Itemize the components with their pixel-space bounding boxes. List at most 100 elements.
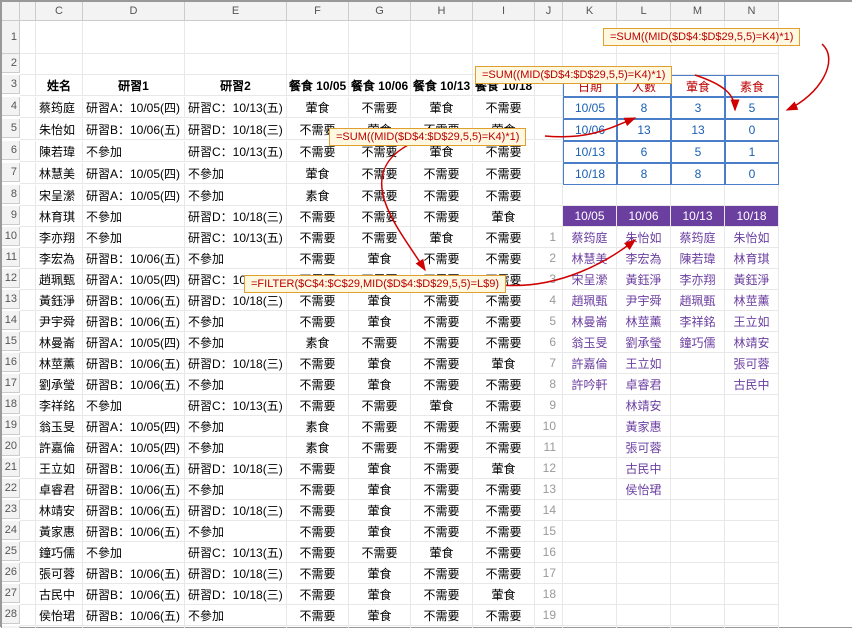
name-cell[interactable]: 林育琪 [36,206,83,227]
study1-cell[interactable]: 研習A：10/05(四) [83,163,185,184]
study1-cell[interactable]: 研習B：10/06(五) [83,119,185,140]
study2-cell[interactable]: 不參加 [185,163,287,184]
meal-cell[interactable]: 不需要 [411,185,473,206]
meal-cell[interactable]: 不需要 [411,500,473,521]
cell[interactable] [563,626,617,628]
row-header[interactable]: 6 [2,141,20,160]
study2-cell[interactable]: 研習C：10/13(五) [185,97,287,118]
meal-cell[interactable]: 葷食 [287,97,349,118]
meal-cell[interactable]: 葷食 [349,374,411,395]
cell[interactable] [725,500,779,521]
name-grid-idx[interactable]: 16 [535,542,563,563]
meal-cell[interactable]: 不需要 [287,374,349,395]
col-header[interactable]: E [185,2,287,21]
hdr-name[interactable]: 姓名 [36,75,83,96]
blank[interactable] [20,563,36,584]
blank[interactable] [20,269,36,290]
name-grid-idx[interactable]: 5 [535,311,563,332]
meal-cell[interactable]: 不需要 [473,395,535,416]
meal-cell[interactable]: 不需要 [287,311,349,332]
study2-cell[interactable]: 研習D：10/18(三) [185,500,287,521]
meal-cell[interactable]: 不需要 [473,479,535,500]
meal-cell[interactable]: 素食 [287,437,349,458]
meal-cell[interactable]: 不需要 [473,563,535,584]
name-grid-cell[interactable]: 林慧美 [563,248,617,269]
blank[interactable] [20,163,36,184]
name-grid-cell[interactable]: 陳若瑋 [671,248,725,269]
meal-cell[interactable]: 不需要 [349,437,411,458]
meal-cell[interactable]: 素食 [287,626,349,628]
blank[interactable] [20,416,36,437]
col-header[interactable]: D [83,2,185,21]
meal-cell[interactable]: 不需要 [473,521,535,542]
name-cell[interactable]: 鐘巧儒 [36,542,83,563]
meal-cell[interactable]: 不需要 [411,248,473,269]
study2-cell[interactable]: 不參加 [185,479,287,500]
meal-cell[interactable]: 不需要 [287,248,349,269]
meal-cell[interactable]: 葷食 [349,584,411,605]
name-grid-cell[interactable]: 宋呈瀠 [563,269,617,290]
name-grid-cell[interactable]: 李祥銘 [671,311,725,332]
name-cell[interactable]: 卓睿君 [36,479,83,500]
cell[interactable] [671,54,725,75]
meal-cell[interactable]: 不需要 [349,542,411,563]
cell[interactable] [563,185,617,206]
meal-cell[interactable]: 葷食 [349,479,411,500]
cell[interactable] [671,563,725,584]
blank[interactable] [20,332,36,353]
row-header[interactable]: 28 [2,605,20,624]
study1-cell[interactable]: 研習B：10/06(五) [83,458,185,479]
study2-cell[interactable]: 不參加 [185,626,287,628]
meal-cell[interactable]: 不需要 [287,605,349,626]
tbl2-veg[interactable]: 0 [725,163,779,185]
meal-cell[interactable]: 葷食 [473,353,535,374]
row-header[interactable]: 25 [2,542,20,561]
name-grid-cell[interactable]: 李宏為 [617,248,671,269]
row-header[interactable]: 4 [2,97,20,116]
spacer[interactable] [535,141,563,162]
meal-cell[interactable]: 葷食 [411,395,473,416]
meal-cell[interactable]: 不需要 [473,626,535,628]
name-cell[interactable]: 劉承瑩 [36,374,83,395]
row-header[interactable]: 2 [2,54,20,73]
meal-cell[interactable]: 葷食 [473,206,535,227]
name-grid-cell[interactable]: 黃鈺淨 [725,269,779,290]
blank[interactable] [20,542,36,563]
meal-cell[interactable]: 葷食 [411,227,473,248]
study1-cell[interactable]: 研習A：10/05(四) [83,185,185,206]
col-header[interactable]: F [287,2,349,21]
name-cell[interactable]: 李宏為 [36,248,83,269]
meal-cell[interactable]: 不需要 [411,416,473,437]
study2-cell[interactable]: 研習D：10/18(三) [185,563,287,584]
study1-cell[interactable]: 研習B：10/06(五) [83,521,185,542]
meal-cell[interactable]: 不需要 [349,395,411,416]
blank[interactable] [20,479,36,500]
cell[interactable] [349,54,411,75]
name-grid-cell[interactable]: 李亦翔 [671,269,725,290]
cell[interactable] [617,563,671,584]
study1-cell[interactable]: 不參加 [83,542,185,563]
study2-cell[interactable]: 研習D：10/18(三) [185,353,287,374]
meal-cell[interactable]: 不需要 [473,374,535,395]
name-grid-idx[interactable]: 11 [535,437,563,458]
cell[interactable] [671,185,725,206]
name-grid-date[interactable]: 10/18 [725,206,779,227]
study1-cell[interactable]: 研習B：10/06(五) [83,479,185,500]
study1-cell[interactable]: 不參加 [83,141,185,162]
study1-cell[interactable]: 研習A：10/05(四) [83,97,185,118]
study2-cell[interactable]: 研習D：10/18(三) [185,584,287,605]
hdr-s2[interactable]: 研習2 [185,75,287,96]
col-header[interactable]: L [617,2,671,21]
row-header[interactable]: 11 [2,248,20,267]
cell[interactable] [671,500,725,521]
blank[interactable] [20,584,36,605]
name-cell[interactable]: 許嘉倫 [36,437,83,458]
meal-cell[interactable]: 不需要 [473,290,535,311]
row-header[interactable]: 8 [2,185,20,204]
cell[interactable] [473,21,535,54]
study1-cell[interactable]: 研習B：10/06(五) [83,500,185,521]
name-grid-cell[interactable] [725,395,779,416]
name-grid-cell[interactable]: 蔡筠庭 [671,227,725,248]
meal-cell[interactable]: 葷食 [287,163,349,184]
name-grid-cell[interactable]: 翁玉旻 [563,332,617,353]
